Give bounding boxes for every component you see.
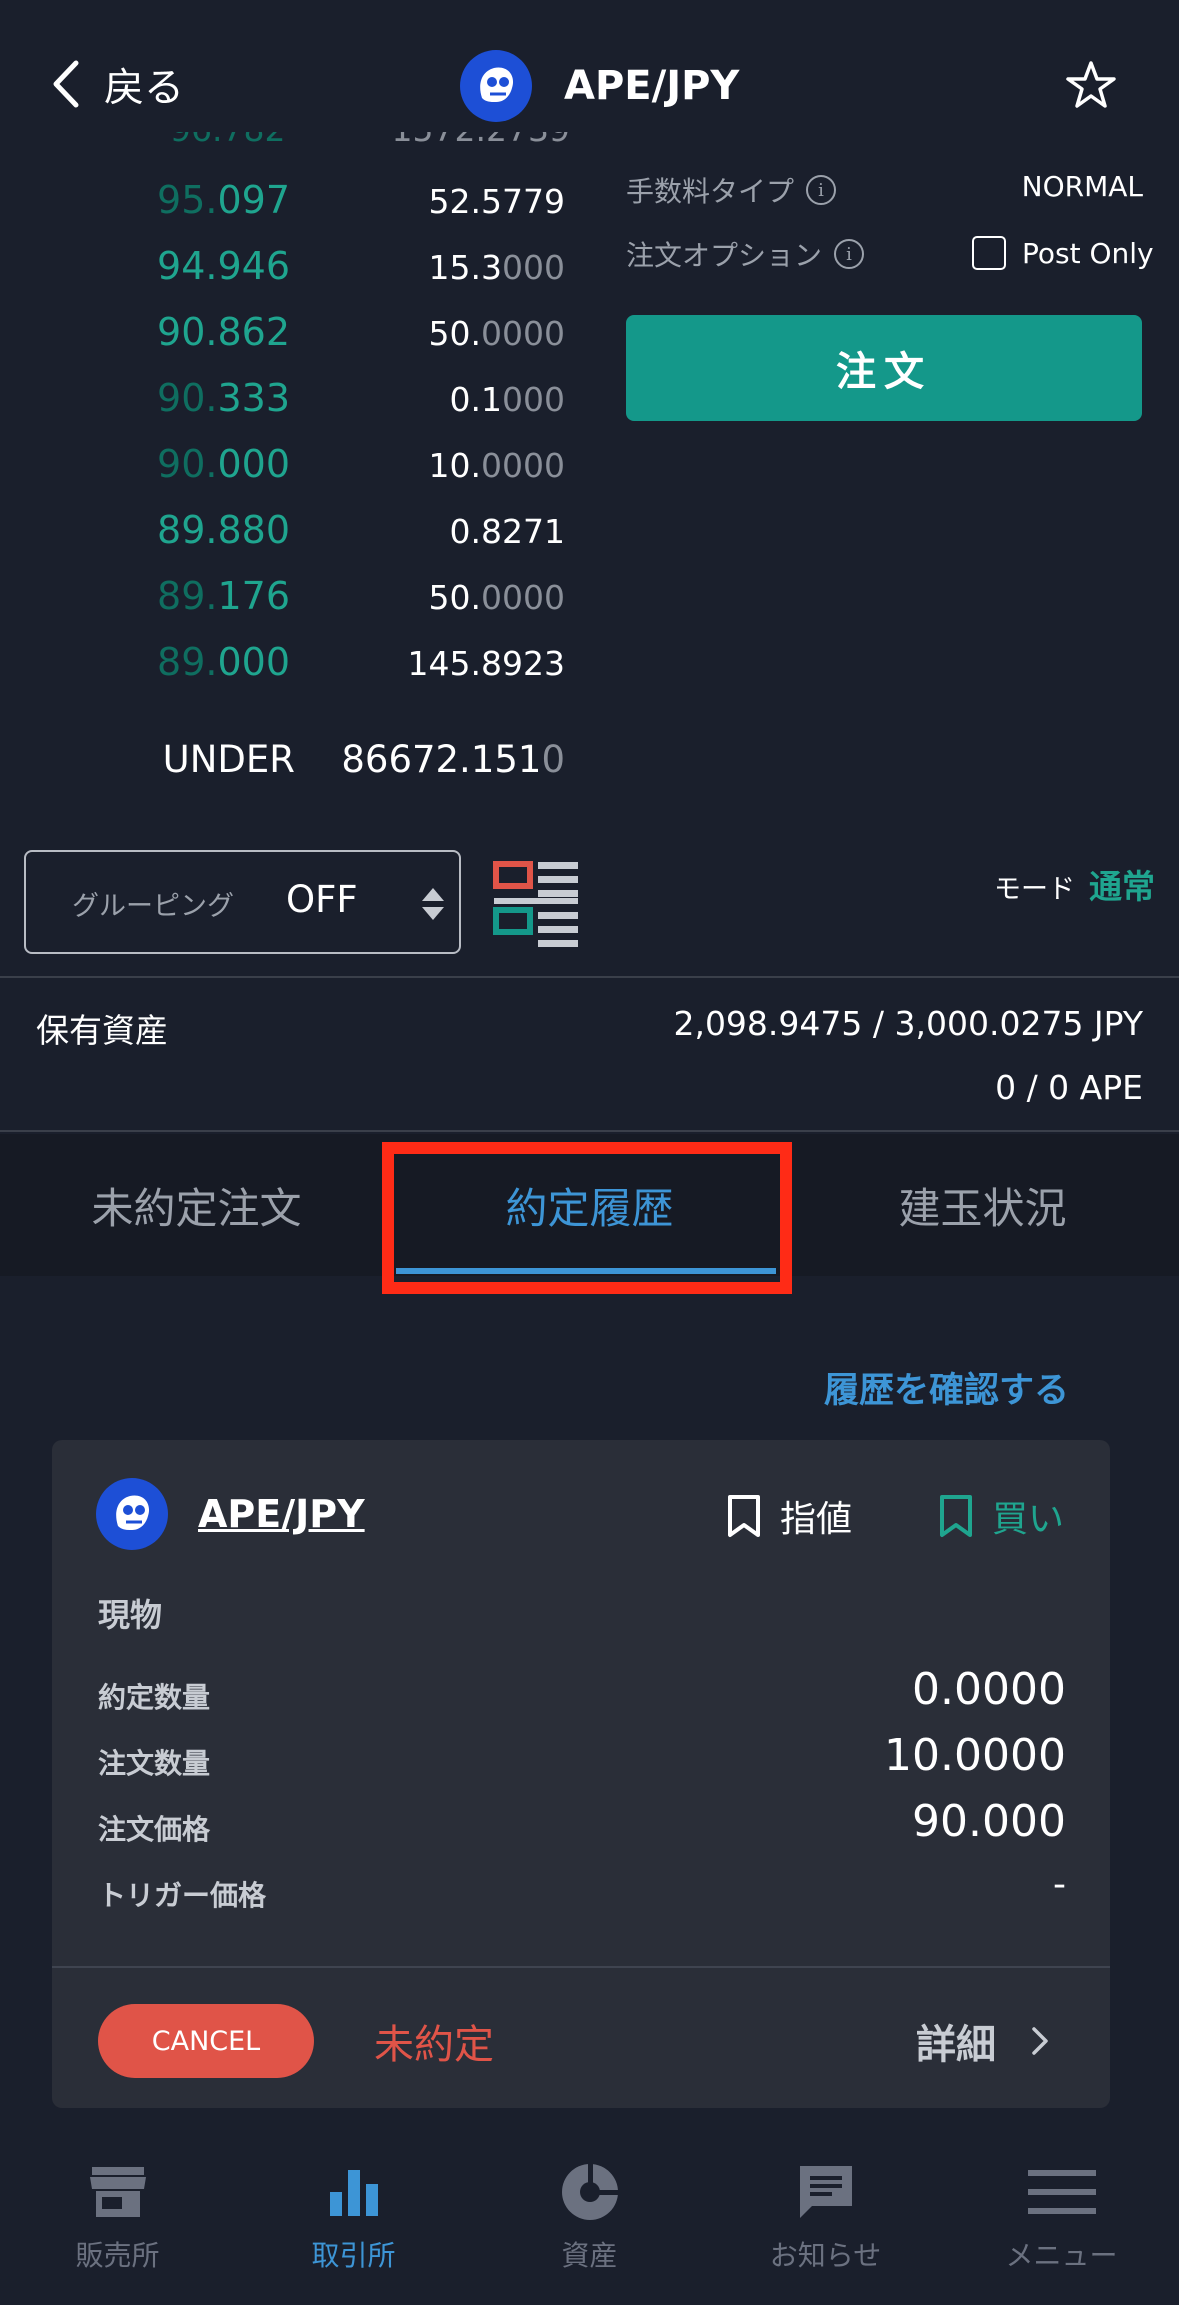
ob-price: 90.862 <box>157 310 290 354</box>
card-divider <box>52 1966 1110 1968</box>
order-option-label: 注文オプション i <box>626 234 865 274</box>
orderbook-row[interactable]: 89.176 50.0000 <box>0 574 580 634</box>
detail-link[interactable]: 詳細 <box>916 2012 1050 2070</box>
ob-price: 89.176 <box>157 574 290 618</box>
ape-coin-icon <box>96 1478 168 1550</box>
orderbook-layout-icon[interactable] <box>492 860 580 948</box>
order-card: APE/JPY 指値 買い 現物 約定数量 0.0000 注文数量 10.000… <box>52 1440 1110 2108</box>
detail-value: 10.0000 <box>884 1730 1066 1781</box>
mode-value: 通常 <box>1089 867 1155 906</box>
pie-icon <box>561 2162 620 2220</box>
orderbook-row[interactable]: 89.880 0.8271 <box>0 508 580 568</box>
detail-value: 90.000 <box>912 1796 1066 1847</box>
detail-value: 0.0000 <box>912 1664 1066 1715</box>
detail-label: 注文数量 <box>98 1747 211 1780</box>
detail-label: トリガー価格 <box>98 1879 267 1912</box>
grouping-select[interactable]: グルーピング OFF <box>24 850 461 954</box>
bottom-nav: 販売所 取引所 資産 お知らせ メニュー <box>0 2126 1179 2305</box>
post-only-checkbox[interactable]: Post Only <box>972 236 1154 270</box>
sort-arrows-icon <box>422 888 444 920</box>
message-icon <box>799 2166 852 2218</box>
ob-price: 89.000 <box>157 640 290 684</box>
nav-label: 取引所 <box>311 2239 396 2272</box>
grouping-value: OFF <box>286 878 358 921</box>
post-only-label: Post Only <box>1022 236 1154 270</box>
divider <box>0 976 1179 978</box>
back-label: 戻る <box>104 65 184 111</box>
info-icon[interactable]: i <box>834 239 865 269</box>
orderbook-row[interactable]: 90.000 10.0000 <box>0 442 580 502</box>
bookmark-icon <box>728 1495 760 1537</box>
cancel-button[interactable]: CANCEL <box>98 2004 314 2078</box>
ob-qty: 10.0000 <box>428 446 565 485</box>
nav-item-store[interactable]: 販売所 <box>0 2126 235 2305</box>
order-status: 未約定 <box>374 2022 494 2068</box>
chevron-right-icon <box>1032 2027 1048 2055</box>
assets-jpy: 2,098.9475 / 3,000.0275 JPY <box>673 1004 1143 1043</box>
chevron-left-icon <box>53 60 79 108</box>
nav-item-menu[interactable]: メニュー <box>944 2126 1179 2305</box>
assets-ape: 0 / 0 APE <box>995 1068 1143 1107</box>
mode-label: モード <box>994 874 1075 905</box>
mode-toggle[interactable]: モード 通常 <box>994 860 1155 908</box>
page-title: APE/JPY <box>460 50 739 122</box>
bookmark-icon <box>940 1495 972 1537</box>
ob-qty: 145.8923 <box>407 644 565 683</box>
grouping-label: グルーピング <box>72 891 234 922</box>
favorite-star-icon[interactable] <box>1065 60 1117 110</box>
orderbook-clipped-row: 96.782 1572.2739 <box>170 132 570 154</box>
ob-qty: 0.8271 <box>449 512 565 551</box>
order-side: 買い <box>938 1490 1064 1542</box>
fee-type-value: NORMAL <box>1021 170 1143 203</box>
ob-price: 89.880 <box>157 508 290 552</box>
ape-coin-icon <box>460 50 532 122</box>
detail-label: 注文価格 <box>98 1813 211 1846</box>
order-category: 現物 <box>98 1596 163 1634</box>
orderbook-row[interactable]: 94.946 15.3000 <box>0 244 580 304</box>
ob-price: 95.097 <box>157 178 290 222</box>
orderbook-row[interactable]: 89.000 145.8923 <box>0 640 580 700</box>
ob-qty: 52.5779 <box>428 182 565 221</box>
tab-open-orders[interactable]: 未約定注文 <box>0 1134 393 1276</box>
nav-label: 資産 <box>561 2239 618 2272</box>
divider <box>0 1130 1179 1132</box>
orderbook-row[interactable]: 95.097 52.5779 <box>0 178 580 238</box>
tab-positions[interactable]: 建玉状況 <box>786 1134 1179 1276</box>
nav-label: お知らせ <box>769 2239 882 2272</box>
under-label: UNDER <box>162 738 295 781</box>
orderbook-row[interactable]: 90.333 0.1000 <box>0 376 580 436</box>
nav-item-assets[interactable]: 資産 <box>472 2126 707 2305</box>
info-icon[interactable]: i <box>806 175 837 205</box>
ob-qty: 50.0000 <box>428 578 565 617</box>
ob-qty: 50.0000 <box>428 314 565 353</box>
store-icon <box>89 2167 146 2217</box>
ob-price: 94.946 <box>157 244 290 288</box>
pair-title-text: APE/JPY <box>564 63 740 109</box>
highlight-annotation <box>382 1142 792 1294</box>
checkbox-box[interactable] <box>972 236 1006 270</box>
ob-qty: 0.1000 <box>449 380 565 419</box>
menu-icon <box>1027 2170 1096 2214</box>
order-type: 指値 <box>726 1490 852 1542</box>
assets-label: 保有資産 <box>36 1011 168 1050</box>
nav-label: メニュー <box>1005 2239 1118 2272</box>
ob-qty: 15.3000 <box>428 248 565 287</box>
view-history-link[interactable]: 履歴を確認する <box>824 1362 1069 1413</box>
ob-price: 90.333 <box>157 376 290 420</box>
chart-bar-icon <box>329 2170 378 2216</box>
detail-label: 約定数量 <box>98 1681 211 1714</box>
fee-type-label: 手数料タイプ i <box>626 170 837 210</box>
nav-item-exchange[interactable]: 取引所 <box>236 2126 471 2305</box>
order-button[interactable]: 注文 <box>626 315 1142 421</box>
ob-price: 90.000 <box>157 442 290 486</box>
nav-item-news[interactable]: お知らせ <box>708 2126 943 2305</box>
nav-label: 販売所 <box>75 2239 160 2272</box>
orderbook-row[interactable]: 90.862 50.0000 <box>0 310 580 370</box>
under-value: 86672.1510 <box>341 738 565 781</box>
detail-value: - <box>1053 1864 1066 1905</box>
orderbook-under-row: UNDER 86672.1510 <box>0 738 580 798</box>
card-pair-link[interactable]: APE/JPY <box>198 1492 365 1536</box>
back-button[interactable]: 戻る <box>50 56 184 112</box>
